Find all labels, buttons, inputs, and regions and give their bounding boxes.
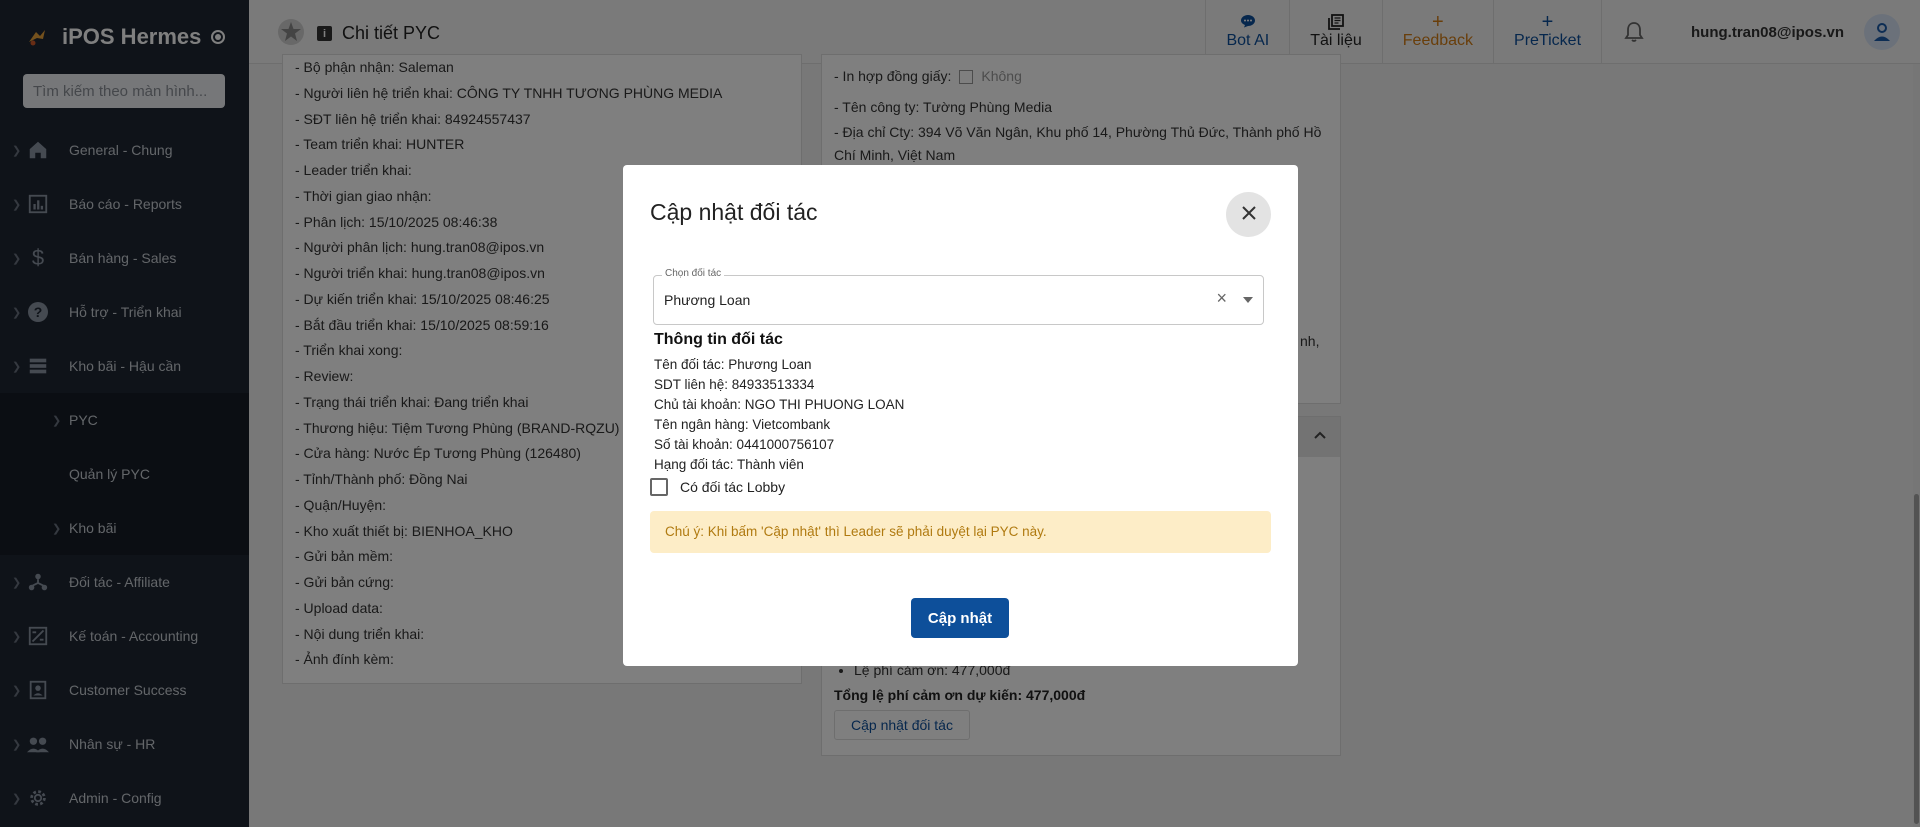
warning-alert: Chú ý: Khi bấm 'Cập nhật' thì Leader sẽ …	[650, 511, 1271, 553]
partner-info-line: SDT liên hệ: 84933513334	[654, 377, 815, 392]
close-icon	[1240, 204, 1258, 225]
partner-info-line: Tên đối tác: Phương Loan	[654, 357, 812, 372]
partner-info: Thông tin đối tác Tên đối tác: Phương Lo…	[654, 331, 904, 475]
dropdown-arrow-icon[interactable]	[1243, 297, 1253, 303]
partner-select[interactable]: Chọn đối tác Phương Loan ×	[653, 268, 1264, 325]
partner-info-line: Chủ tài khoản: NGO THI PHUONG LOAN	[654, 397, 905, 412]
lobby-checkbox[interactable]	[650, 478, 668, 496]
lobby-checkbox-row[interactable]: Có đối tác Lobby	[650, 478, 785, 496]
partner-info-line: Tên ngân hàng: Vietcombank	[654, 417, 831, 432]
update-partner-dialog: Cập nhật đối tác Chọn đối tác Phương Loa…	[623, 165, 1298, 666]
submit-update-button[interactable]: Cập nhật	[911, 598, 1009, 638]
clear-icon[interactable]: ×	[1216, 288, 1227, 309]
close-button[interactable]	[1226, 192, 1271, 237]
partner-info-line: Số tài khoản: 0441000756107	[654, 437, 835, 452]
dialog-title: Cập nhật đối tác	[650, 199, 818, 225]
partner-select-value: Phương Loan	[664, 292, 751, 308]
partner-info-heading: Thông tin đối tác	[654, 331, 783, 348]
partner-select-label: Chọn đối tác	[662, 268, 725, 279]
partner-info-line: Hạng đối tác: Thành viên	[654, 457, 804, 472]
lobby-checkbox-label: Có đối tác Lobby	[680, 479, 786, 495]
